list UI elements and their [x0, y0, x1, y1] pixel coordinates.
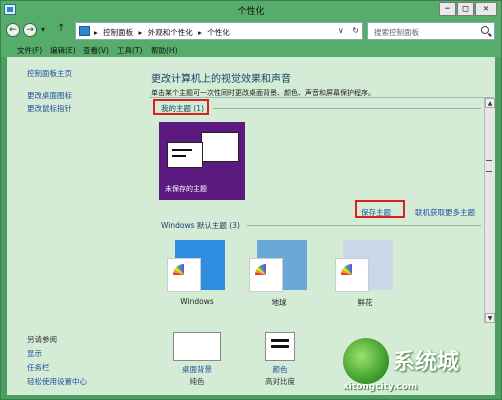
desktop-background-label: 桌面背景 [182, 365, 212, 374]
menu-bar: 文件(F) 编辑(E) 查看(V) 工具(T) 帮助(H) [1, 44, 501, 57]
control-panel-icon [79, 26, 90, 36]
theme-flowers[interactable]: 鲜花 [335, 240, 395, 310]
theme-flowers-label: 鲜花 [357, 298, 373, 307]
breadcrumb-separator: ▸ [138, 28, 143, 37]
page-title: 更改计算机上的视觉效果和声音 [151, 74, 291, 85]
watermark-text: 系统城 [393, 349, 460, 375]
watermark-url: xitongcity.com [343, 382, 418, 392]
breadcrumb: ▸ 控制面板 ▸ 外观和个性化 ▸ 个性化 [94, 27, 233, 38]
preview-window [167, 142, 203, 168]
divider [213, 108, 481, 109]
color-value: 高对比度 [265, 377, 295, 386]
scroll-thumb[interactable] [486, 160, 492, 172]
windows-default-themes-heading: Windows 默认主题 (3) [161, 221, 240, 230]
theme-earth-label: 地球 [271, 298, 287, 307]
color-thumbnail [265, 332, 295, 361]
up-button[interactable]: ↑ [57, 23, 65, 34]
search-icon[interactable] [481, 26, 489, 34]
breadcrumb-control-panel[interactable]: 控制面板 [103, 28, 133, 37]
color-setting[interactable]: 颜色 高对比度 [255, 332, 305, 387]
menu-edit[interactable]: 编辑(E) [50, 45, 76, 56]
sidebar-link-control-panel-home[interactable]: 控制面板主页 [27, 68, 72, 79]
forward-button[interactable]: → [23, 23, 37, 37]
breadcrumb-personalization[interactable]: 个性化 [207, 28, 230, 37]
back-button[interactable]: ← [6, 23, 20, 37]
sidebar-link-display[interactable]: 显示 [27, 348, 42, 359]
color-preview-line [271, 339, 289, 342]
breadcrumb-separator: ▸ [94, 28, 98, 37]
desktop-background-value: 纯色 [189, 377, 205, 386]
scroll-down-icon[interactable]: ▼ [485, 313, 495, 323]
address-dropdown-icon[interactable]: ∨ [338, 26, 344, 35]
menu-view[interactable]: 查看(V) [83, 45, 109, 56]
minimize-button[interactable]: − [439, 2, 456, 16]
search-placeholder: 搜索控制面板 [374, 28, 419, 37]
color-preview-line [271, 345, 289, 348]
sidebar-link-ease-of-access[interactable]: 轻松使用设置中心 [27, 376, 87, 387]
preview-line [172, 149, 192, 151]
search-input[interactable]: 搜索控制面板 [367, 22, 495, 40]
theme-list: 我的主题 (1) 未保存的主题 保存主题 联机获取更多主题 Windows 默认… [149, 97, 495, 323]
watermark-logo-icon [343, 338, 389, 384]
sidebar-link-taskbar[interactable]: 任务栏 [27, 362, 50, 373]
theme-earth[interactable]: 地球 [249, 240, 309, 310]
maximize-button[interactable]: □ [457, 2, 474, 16]
recent-pages-dropdown[interactable]: ▾ [41, 25, 45, 34]
color-label: 颜色 [272, 365, 288, 374]
breadcrumb-separator: ▸ [198, 28, 202, 37]
theme-windows[interactable]: Windows [167, 240, 227, 310]
site-watermark: 系统城 xitongcity.com [339, 336, 489, 396]
color-fan-icon [335, 258, 369, 292]
title-bar: 个性化 − □ ✕ [1, 1, 501, 19]
menu-help[interactable]: 帮助(H) [151, 45, 178, 56]
theme-windows-label: Windows [180, 297, 214, 306]
desktop-background-setting[interactable]: 桌面背景 纯色 [167, 332, 227, 387]
navigation-bar: ← → ▾ ↑ ▸ 控制面板 ▸ 外观和个性化 ▸ 个性化 ∨ ↻ 搜索控制面板 [1, 19, 501, 44]
menu-tools[interactable]: 工具(T) [117, 45, 142, 56]
get-more-themes-link[interactable]: 联机获取更多主题 [415, 207, 475, 218]
see-also-heading: 另请参阅 [27, 335, 57, 344]
scroll-up-icon[interactable]: ▲ [485, 98, 495, 108]
address-controls: ∨ ↻ [338, 26, 359, 35]
color-fan-icon [167, 258, 201, 292]
unsaved-theme-tile[interactable]: 未保存的主题 [159, 122, 245, 200]
close-button[interactable]: ✕ [475, 2, 497, 16]
personalization-window: 个性化 − □ ✕ ← → ▾ ↑ ▸ 控制面板 ▸ 外观和个性化 ▸ 个性化 … [0, 0, 502, 400]
theme-list-scrollbar[interactable]: ▲ ▼ [484, 98, 495, 323]
my-themes-highlight [153, 99, 209, 115]
preview-window [201, 132, 239, 162]
breadcrumb-appearance[interactable]: 外观和个性化 [148, 28, 193, 37]
refresh-icon[interactable]: ↻ [352, 26, 359, 35]
sidebar-link-mouse-pointers[interactable]: 更改鼠标指针 [27, 103, 72, 114]
save-theme-highlight [355, 200, 405, 218]
sidebar-link-desktop-icons[interactable]: 更改桌面图标 [27, 90, 72, 101]
address-bar[interactable]: ▸ 控制面板 ▸ 外观和个性化 ▸ 个性化 ∨ ↻ [75, 22, 363, 40]
desktop-background-thumbnail [173, 332, 221, 361]
divider [247, 225, 481, 226]
color-fan-icon [249, 258, 283, 292]
window-title: 个性化 [237, 7, 265, 17]
preview-line [172, 155, 186, 157]
window-controls: − □ ✕ [438, 2, 497, 17]
unsaved-theme-name: 未保存的主题 [165, 185, 207, 193]
menu-file[interactable]: 文件(F) [17, 45, 42, 56]
